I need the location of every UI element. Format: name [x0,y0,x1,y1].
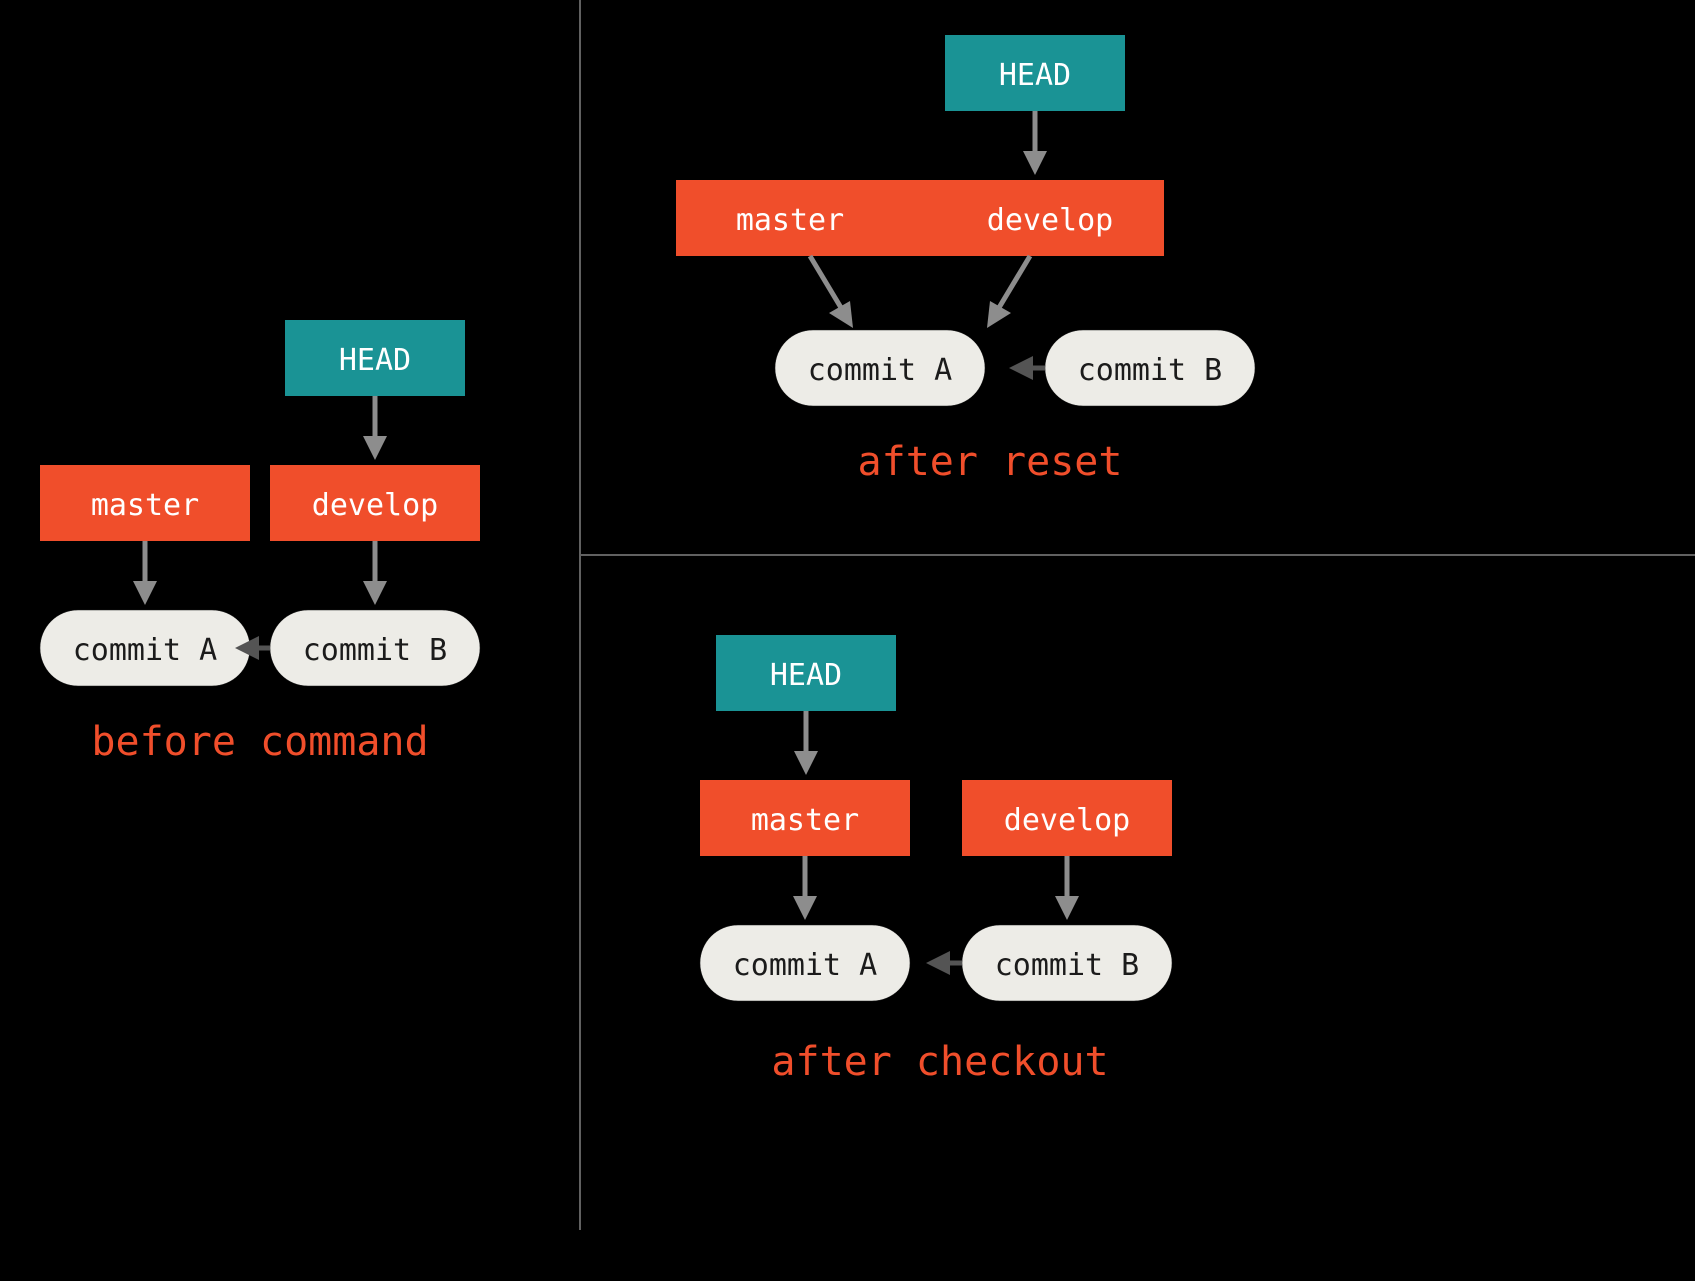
arrow-head-to-develop [363,396,387,460]
arrow-master-to-commit-a [793,856,817,920]
panel-before: HEAD master develop commit A commit B [40,320,480,765]
develop-label: develop [1004,803,1130,838]
commit-b-label: commit B [995,948,1140,983]
master-label: master [736,203,844,238]
arrow-commit-b-to-commit-a [926,951,962,975]
panel-after-checkout: HEAD master develop commit A commit B [700,635,1172,1085]
arrow-develop-to-commit-b [363,541,387,605]
diagram-root: HEAD master develop commit A commit B [0,0,1695,1281]
commit-b-label: commit B [1078,353,1223,388]
master-label: master [91,488,199,523]
commit-b-label: commit B [303,633,448,668]
arrow-master-to-commit-a [133,541,157,605]
panel-after-reset: HEAD master develop commit A commit B [676,35,1255,485]
develop-label: develop [312,488,438,523]
caption-before: before command [91,719,428,765]
caption-reset: after reset [858,439,1123,485]
commit-a-label: commit A [73,633,218,668]
arrow-develop-to-commit-a [987,256,1030,328]
caption-checkout: after checkout [771,1039,1108,1085]
master-label: master [751,803,859,838]
commit-a-label: commit A [808,353,953,388]
commit-a-label: commit A [733,948,878,983]
head-label: HEAD [999,58,1071,93]
head-label: HEAD [770,658,842,693]
arrow-commit-b-to-commit-a [1009,356,1045,380]
develop-label: develop [987,203,1113,238]
arrow-head-to-master [794,711,818,775]
arrow-head-to-branches [1023,111,1047,175]
arrow-master-to-commit-a [810,256,853,328]
head-label: HEAD [339,343,411,378]
arrow-develop-to-commit-b [1055,856,1079,920]
